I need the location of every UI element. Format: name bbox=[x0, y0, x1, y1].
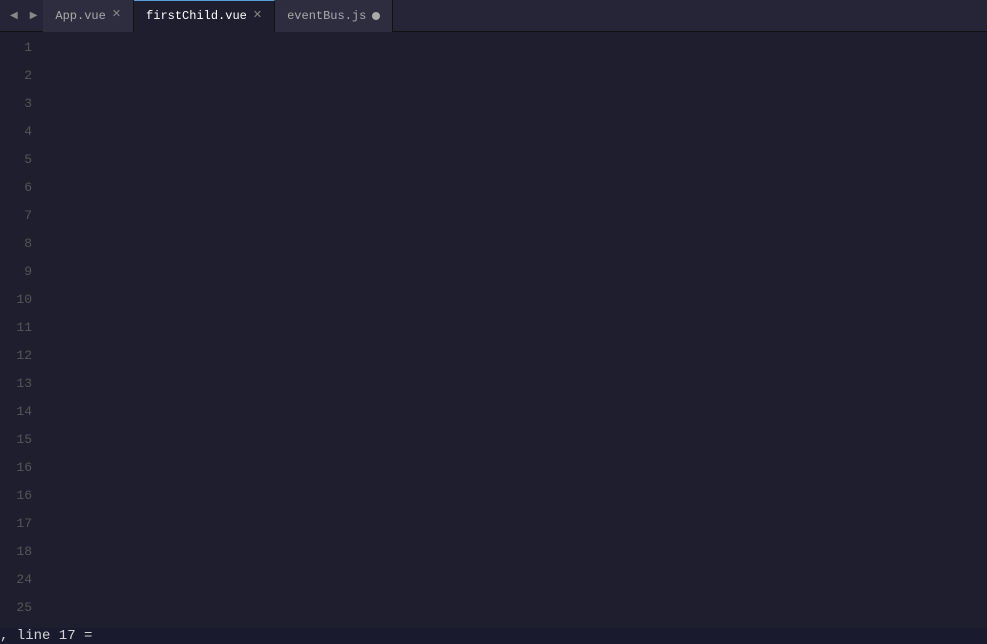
dot-icon bbox=[372, 12, 380, 20]
line-num: 6 bbox=[12, 174, 32, 202]
code-content bbox=[44, 32, 987, 628]
close-icon[interactable]: ✕ bbox=[253, 11, 262, 22]
tab-firstchild-vue[interactable]: firstChild.vue ✕ bbox=[134, 0, 275, 32]
tab-label: firstChild.vue bbox=[146, 9, 247, 23]
line-num: 10 bbox=[12, 286, 32, 314]
line-numbers: 123456789101112131415161617182425 bbox=[0, 32, 44, 628]
line-num: 9 bbox=[12, 258, 32, 286]
code-area: 123456789101112131415161617182425 bbox=[0, 32, 987, 628]
line-num: 11 bbox=[12, 314, 32, 342]
line-num: 16 bbox=[12, 482, 32, 510]
line-num: 24 bbox=[12, 566, 32, 594]
line-num: 5 bbox=[12, 146, 32, 174]
line-num: 13 bbox=[12, 370, 32, 398]
line-num: 8 bbox=[12, 230, 32, 258]
line-num: 18 bbox=[12, 538, 32, 566]
line-num: 1 bbox=[12, 34, 32, 62]
line-num: 4 bbox=[12, 118, 32, 146]
tab-app-vue[interactable]: App.vue ✕ bbox=[43, 0, 134, 32]
line-num: 25 bbox=[12, 594, 32, 622]
line-num: 16 bbox=[12, 454, 32, 482]
arrow-left-icon[interactable]: ◀ bbox=[4, 10, 24, 22]
tab-bar: ◀ ▶ App.vue ✕ firstChild.vue ✕ eventBus.… bbox=[0, 0, 987, 32]
arrow-right-icon[interactable]: ▶ bbox=[24, 10, 44, 22]
line-num: 15 bbox=[12, 426, 32, 454]
editor-container: ◀ ▶ App.vue ✕ firstChild.vue ✕ eventBus.… bbox=[0, 0, 987, 628]
close-icon[interactable]: ✕ bbox=[112, 10, 121, 21]
line-num: 12 bbox=[12, 342, 32, 370]
line-num: 14 bbox=[12, 398, 32, 426]
tab-eventbus-js[interactable]: eventBus.js bbox=[275, 0, 393, 32]
line-num: 17 bbox=[12, 510, 32, 538]
tab-label: App.vue bbox=[55, 9, 105, 23]
line-num: 7 bbox=[12, 202, 32, 230]
line-num: 2 bbox=[12, 62, 32, 90]
line-num: 3 bbox=[12, 90, 32, 118]
tab-label: eventBus.js bbox=[287, 9, 366, 23]
